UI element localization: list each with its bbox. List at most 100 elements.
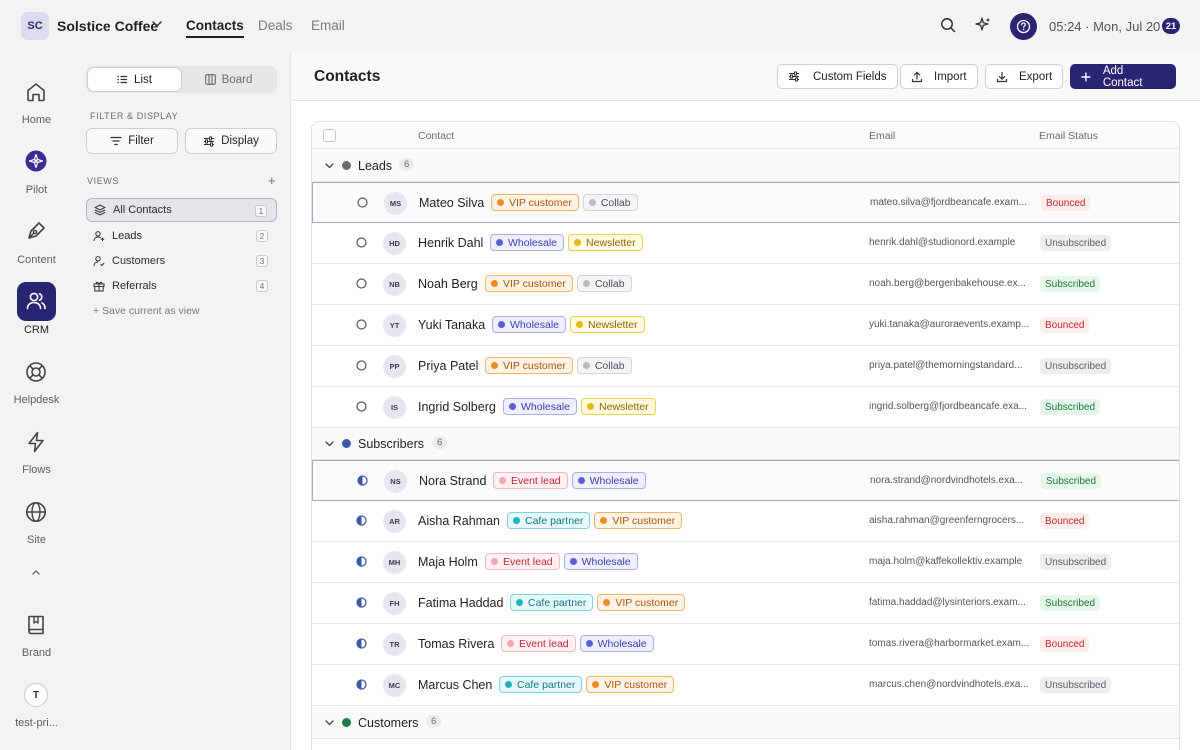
tag-vip-customer[interactable]: VIP customer <box>485 357 573 374</box>
filter-button[interactable]: Filter <box>86 128 178 154</box>
group-header-leads[interactable]: Leads 6 <box>312 149 1179 182</box>
tag-vip-customer[interactable]: VIP customer <box>586 676 675 693</box>
display-button[interactable]: Display <box>185 128 277 154</box>
tag-collab[interactable]: Collab <box>576 275 632 292</box>
contact-email[interactable]: mateo.silva@fjordbeancafe.exam... <box>870 197 1030 208</box>
half-circle-icon[interactable] <box>356 638 367 649</box>
contact-name[interactable]: Henrik Dahl <box>418 236 483 250</box>
contact-email[interactable]: tomas.rivera@harbormarket.exam... <box>869 638 1029 649</box>
rail-label-pilot[interactable]: Pilot <box>0 184 73 196</box>
tab-email[interactable]: Email <box>311 18 345 33</box>
tag-wholesale[interactable]: Wholesale <box>563 553 638 570</box>
contact-name[interactable]: Yuki Tanaka <box>418 318 485 332</box>
half-circle-icon[interactable] <box>356 597 367 608</box>
export-button[interactable]: Export <box>985 64 1064 89</box>
table-row[interactable]: NS Nora Strand Event lead Wholesale nora.str… <box>312 460 1179 501</box>
sparkle-icon[interactable] <box>974 16 992 34</box>
table-row[interactable]: AR Aisha Rahman Cafe partner VIP customer ai… <box>312 501 1179 542</box>
pen-icon[interactable] <box>24 219 48 243</box>
globe-icon[interactable] <box>24 500 48 524</box>
contact-email[interactable]: priya.patel@themorningstandard... <box>869 360 1029 371</box>
book-icon[interactable] <box>24 613 48 637</box>
contact-email[interactable]: yuki.tanaka@auroraevents.examp... <box>869 319 1029 330</box>
column-contact[interactable]: Contact <box>418 130 454 142</box>
contact-name[interactable]: Tomas Rivera <box>418 637 494 651</box>
rail-label-content[interactable]: Content <box>0 254 73 266</box>
search-icon[interactable] <box>939 16 957 34</box>
circle-outline-icon[interactable] <box>356 278 367 289</box>
view-customers[interactable]: Customers 3 <box>86 249 277 273</box>
contact-name[interactable]: Priya Patel <box>418 359 478 373</box>
tag-newsletter[interactable]: Newsletter <box>581 398 656 415</box>
contact-email[interactable]: fatima.haddad@lysinteriors.exam... <box>869 597 1029 608</box>
table-row[interactable]: MC Marcus Chen Cafe partner VIP customer mar… <box>312 665 1179 706</box>
tag-cafe-partner[interactable]: Cafe partner <box>499 676 583 693</box>
chevron-down-icon[interactable] <box>324 717 335 728</box>
table-row[interactable]: FH Fatima Haddad Cafe partner VIP customer f… <box>312 583 1179 624</box>
contact-name[interactable]: Ingrid Solberg <box>418 400 496 414</box>
pilot-icon[interactable] <box>24 149 48 173</box>
column-email-status[interactable]: Email Status <box>1039 130 1098 142</box>
contact-name[interactable]: Mateo Silva <box>419 196 484 210</box>
half-circle-icon[interactable] <box>356 679 367 690</box>
contact-email[interactable]: nora.strand@nordvindhotels.exa... <box>870 475 1030 486</box>
save-view-link[interactable]: + Save current as view <box>93 305 200 317</box>
select-all-checkbox[interactable] <box>323 129 336 142</box>
rail-label-home[interactable]: Home <box>0 114 73 126</box>
contact-name[interactable]: Maja Holm <box>418 555 478 569</box>
workspace-name[interactable]: Solstice Coffee <box>57 18 158 34</box>
lifebuoy-icon[interactable] <box>24 360 48 384</box>
add-contact-button[interactable]: Add Contact <box>1070 64 1176 89</box>
chevron-down-icon[interactable] <box>324 438 335 449</box>
tag-cafe-partner[interactable]: Cafe partner <box>510 594 594 611</box>
column-email[interactable]: Email <box>869 130 895 142</box>
circle-outline-icon[interactable] <box>357 197 368 208</box>
view-referrals[interactable]: Referrals 4 <box>86 274 277 298</box>
custom-fields-button[interactable]: Custom Fields <box>777 64 898 89</box>
tab-deals[interactable]: Deals <box>258 18 293 33</box>
user-avatar[interactable]: T <box>24 683 48 707</box>
tag-newsletter[interactable]: Newsletter <box>570 316 645 333</box>
contact-name[interactable]: Aisha Rahman <box>418 514 500 528</box>
table-row[interactable]: MH Maja Holm Event lead Wholesale maja.holm@… <box>312 542 1179 583</box>
import-button[interactable]: Import <box>900 64 978 89</box>
tag-vip-customer[interactable]: VIP customer <box>594 512 683 529</box>
rail-label-user[interactable]: test-pri... <box>0 717 73 729</box>
users-icon[interactable] <box>24 289 48 313</box>
contact-email[interactable]: aisha.rahman@greenferngrocers... <box>869 515 1029 526</box>
tag-vip-customer[interactable]: VIP customer <box>597 594 686 611</box>
table-row[interactable]: MS Mateo Silva VIP customer Collab mateo.sil… <box>312 182 1179 223</box>
tag-vip-customer[interactable]: VIP customer <box>485 275 573 292</box>
tag-collab[interactable]: Collab <box>576 357 632 374</box>
tag-wholesale[interactable]: Wholesale <box>490 234 565 251</box>
half-circle-icon[interactable] <box>356 515 367 526</box>
table-row[interactable]: NB Noah Berg VIP customer Collab noah.berg@b… <box>312 264 1179 305</box>
rail-label-crm[interactable]: CRM <box>0 324 73 336</box>
tag-vip-customer[interactable]: VIP customer <box>491 194 579 211</box>
view-leads[interactable]: Leads 2 <box>86 224 277 248</box>
contact-name[interactable]: Fatima Haddad <box>418 596 503 610</box>
rail-label-site[interactable]: Site <box>0 534 73 546</box>
tag-wholesale[interactable]: Wholesale <box>571 472 646 489</box>
circle-outline-icon[interactable] <box>356 237 367 248</box>
help-button[interactable] <box>1010 13 1037 40</box>
tag-wholesale[interactable]: Wholesale <box>492 316 567 333</box>
tag-collab[interactable]: Collab <box>582 194 638 211</box>
group-header-subscribers[interactable]: Subscribers 6 <box>312 427 1179 460</box>
chevron-down-icon[interactable] <box>150 17 164 31</box>
tag-wholesale[interactable]: Wholesale <box>579 635 654 652</box>
tag-event-lead[interactable]: Event lead <box>493 472 568 489</box>
view-all-contacts[interactable]: All Contacts 1 <box>86 198 277 222</box>
list-view-button[interactable]: List <box>88 68 181 91</box>
circle-outline-icon[interactable] <box>356 319 367 330</box>
table-row[interactable]: TR Tomas Rivera Event lead Wholesale tomas.r… <box>312 624 1179 665</box>
tag-cafe-partner[interactable]: Cafe partner <box>507 512 591 529</box>
contact-email[interactable]: ingrid.solberg@fjordbeancafe.exa... <box>869 401 1029 412</box>
table-row[interactable]: YT Yuki Tanaka Wholesale Newsletter yuki.tan… <box>312 305 1179 346</box>
tag-event-lead[interactable]: Event lead <box>501 635 576 652</box>
add-view-icon[interactable]: + <box>268 173 276 188</box>
contact-email[interactable]: marcus.chen@nordvindhotels.exa... <box>869 679 1029 690</box>
tag-newsletter[interactable]: Newsletter <box>568 234 643 251</box>
circle-outline-icon[interactable] <box>356 401 367 412</box>
half-circle-icon[interactable] <box>356 556 367 567</box>
